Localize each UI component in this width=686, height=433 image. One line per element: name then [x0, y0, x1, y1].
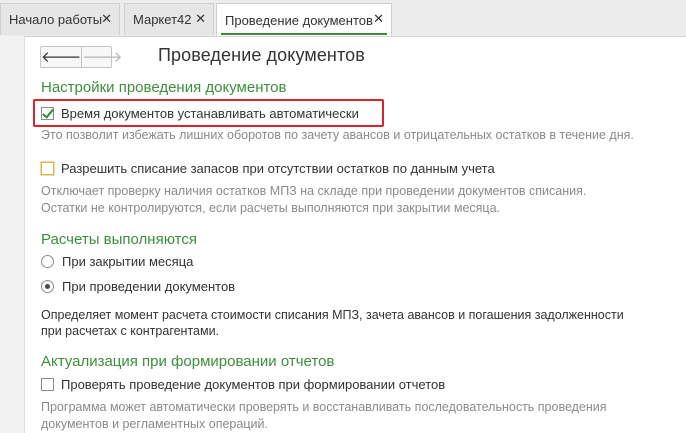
page-title: Проведение документов	[158, 45, 365, 65]
auto-time-hint: Это позволит избежать лишних оборотов по…	[41, 128, 634, 142]
reports-hint-line1: Программа может автоматически проверять …	[41, 400, 607, 414]
check-posting-checkbox[interactable]	[41, 378, 54, 391]
allow-writeoff-hint-line2: Остатки не контролируются, если расчеты …	[41, 201, 501, 215]
calculations-hint-line2: при расчетах с контрагентами.	[41, 324, 220, 338]
auto-time-checkbox[interactable]	[41, 107, 54, 120]
tab-document-posting[interactable]: Проведение документов ✕	[216, 3, 392, 36]
auto-time-option[interactable]: Время документов устанавливать автоматич…	[41, 106, 359, 121]
check-posting-option[interactable]: Проверять проведение документов при форм…	[41, 377, 445, 392]
arrow-right-icon[interactable]: 🡒	[82, 47, 122, 67]
navigation-buttons: 🡐 🡒	[40, 46, 122, 68]
allow-writeoff-option[interactable]: Разрешить списание запасов при отсутстви…	[41, 161, 495, 176]
auto-time-label: Время документов устанавливать автоматич…	[61, 106, 359, 121]
allow-writeoff-label: Разрешить списание запасов при отсутстви…	[61, 161, 495, 176]
section-title-calculations: Расчеты выполняются	[41, 231, 197, 248]
check-posting-label: Проверять проведение документов при форм…	[61, 377, 446, 392]
arrow-left-icon[interactable]: 🡐	[41, 47, 83, 67]
reports-hint-line2: документов и регламентных операций.	[41, 417, 268, 431]
radio-month-close[interactable]: При закрытии месяца	[41, 254, 193, 269]
tab-label: Проведение документов	[225, 12, 373, 28]
radio-document-posting[interactable]: При проведении документов	[41, 279, 235, 294]
tab-bar: Начало работы ✕ Маркет42 ✕ Проведение до…	[0, 0, 686, 37]
section-title-reports: Актуализация при формировании отчетов	[41, 353, 335, 370]
section-title-settings: Настройки проведения документов	[41, 79, 287, 96]
tab-label: Маркет42	[133, 12, 192, 27]
close-icon[interactable]: ✕	[195, 12, 206, 26]
radio-label: При проведении документов	[62, 279, 236, 294]
allow-writeoff-checkbox[interactable]	[41, 162, 54, 175]
radio-button[interactable]	[41, 255, 54, 268]
tab-market42[interactable]: Маркет42 ✕	[124, 3, 214, 35]
tab-label: Начало работы	[9, 12, 103, 27]
close-icon[interactable]: ✕	[101, 12, 112, 26]
radio-button[interactable]	[41, 280, 54, 293]
close-icon[interactable]: ✕	[373, 12, 384, 26]
radio-label: При закрытии месяца	[62, 254, 194, 269]
allow-writeoff-hint-line1: Отключает проверку наличия остатков МПЗ …	[41, 184, 587, 198]
left-panel-edge	[0, 36, 25, 433]
tab-start[interactable]: Начало работы ✕	[0, 3, 120, 35]
